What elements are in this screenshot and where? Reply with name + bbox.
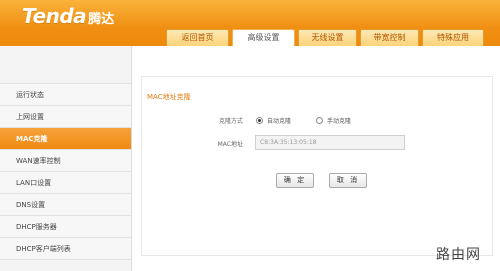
sidebar-item-dhcp-client-list[interactable]: DHCP客户端列表 [0,238,131,260]
settings-panel [141,76,493,256]
sidebar-item-wan-rate-control[interactable]: WAN速率控制 [0,150,131,172]
watermark: 路由网 [436,247,481,263]
tab-special-applications[interactable]: 特殊应用 [422,29,484,46]
tenda-logo: Tenda 腾达 [22,4,114,28]
header: Tenda 腾达 返回首页 高级设置 无线设置 带宽控制 特殊应用 [0,0,500,46]
sidebar-spacer [0,46,131,84]
tab-wireless-settings[interactable]: 无线设置 [298,29,357,46]
auto-clone-radio[interactable] [256,117,263,124]
sidebar-item-lan-settings[interactable]: LAN口设置 [0,172,131,194]
ok-button[interactable]: 确 定 [276,173,314,188]
sidebar-item-dhcp-server[interactable]: DHCP服务器 [0,216,131,238]
sidebar-item-mac-clone[interactable]: MAC克隆 [0,128,131,150]
manual-clone-label[interactable]: 手动克隆 [327,116,351,125]
sidebar-item-dns-settings[interactable]: DNS设置 [0,194,131,216]
sidebar-item-run-status[interactable]: 运行状态 [0,84,131,106]
sidebar-item-internet-settings[interactable]: 上网设置 [0,106,131,128]
section-title: MAC地址克隆 [147,93,191,101]
sidebar: 运行状态 上网设置 MAC克隆 WAN速率控制 LAN口设置 DNS设置 DHC… [0,46,132,271]
manual-clone-radio[interactable] [316,117,323,124]
logo-text: Tenda [22,4,87,28]
clone-mode-label: 克隆方式 [218,118,243,125]
logo-cn-text: 腾达 [88,12,115,27]
main-content: MAC地址克隆 克隆方式 自动克隆 手动克隆 MAC地址 C8:3A:35:13… [133,46,500,271]
tab-advanced-settings[interactable]: 高级设置 [232,29,295,46]
auto-clone-label[interactable]: 自动克隆 [267,116,291,125]
cancel-button[interactable]: 取 消 [329,173,367,188]
mac-address-label: MAC地址 [217,141,243,148]
tab-home[interactable]: 返回首页 [166,29,229,46]
tab-bandwidth-control[interactable]: 带宽控制 [360,29,419,46]
top-nav: 返回首页 高级设置 无线设置 带宽控制 特殊应用 [166,29,484,46]
mac-address-input[interactable]: C8:3A:35:13:05:18 [255,135,405,150]
